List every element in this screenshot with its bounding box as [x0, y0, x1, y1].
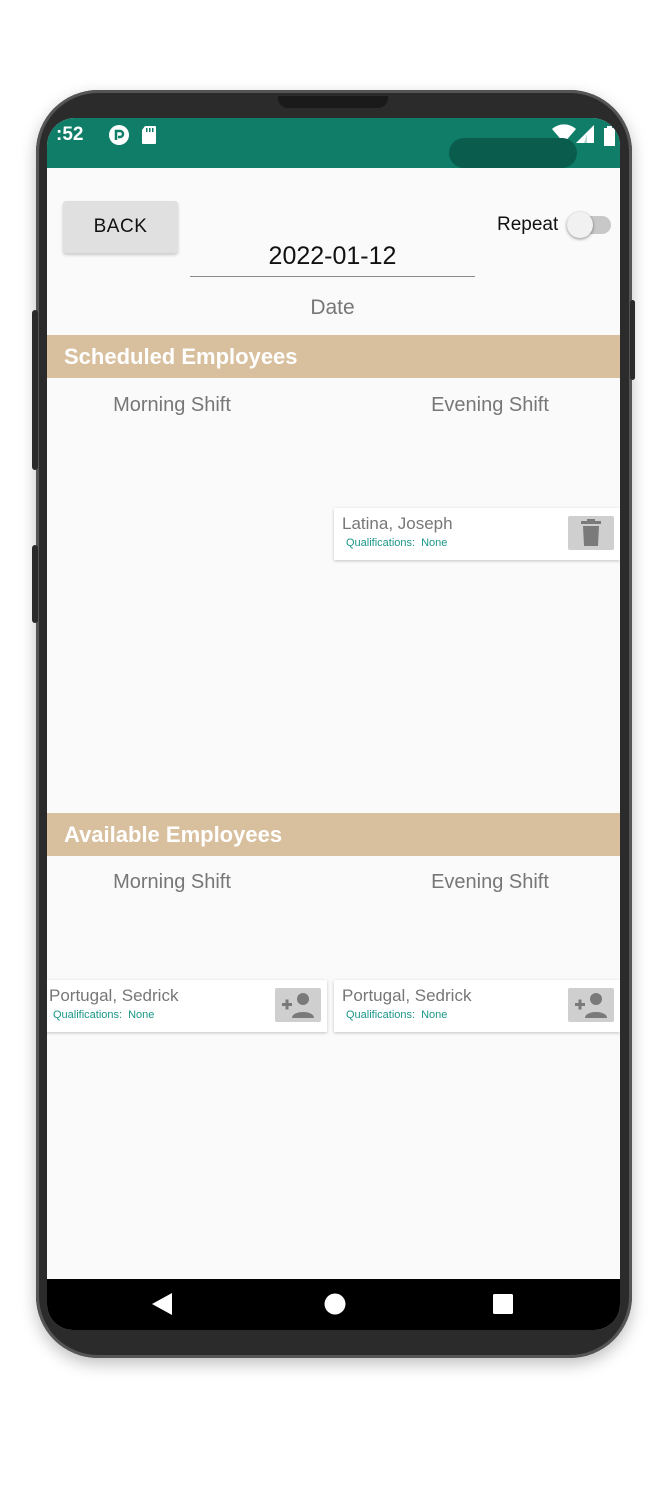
status-bar: :52 [47, 118, 620, 168]
scheduled-evening-shift-title: Evening Shift [431, 394, 549, 416]
navigation-bar [47, 1279, 620, 1330]
add-employee-button[interactable] [275, 988, 321, 1022]
available-evening-shift-title: Evening Shift [431, 871, 549, 893]
screen: :52 BACK Repeat 2022-01-12 Date Schedule… [47, 118, 620, 1330]
available-evening-employee-card: Portugal, Sedrick Qualifications: None [334, 980, 620, 1032]
employee-name: Latina, Joseph [342, 514, 453, 533]
scheduled-employee-card: Latina, Joseph Qualifications: None [334, 508, 620, 560]
volume-down-button [32, 545, 38, 623]
qualifications-value: None [421, 1009, 448, 1021]
date-label: Date [310, 296, 355, 319]
camera-cutout [449, 138, 577, 168]
earpiece-speaker [278, 96, 388, 108]
date-field[interactable]: 2022-01-12 [190, 236, 475, 277]
home-circle-icon[interactable] [323, 1292, 347, 1321]
qualifications-label: Qualifications: [53, 1009, 123, 1021]
recents-square-icon[interactable] [492, 1293, 514, 1320]
available-morning-employee-card: Portugal, Sedrick Qualifications: None [47, 980, 327, 1032]
sd-card-icon [141, 125, 157, 150]
employee-qualifications: Qualifications: None [53, 1009, 154, 1021]
cell-signal-icon [575, 124, 595, 149]
back-triangle-icon[interactable] [151, 1292, 173, 1321]
available-employees-header: Available Employees [47, 813, 620, 856]
pocket-casts-icon [108, 124, 130, 151]
add-employee-button[interactable] [568, 988, 614, 1022]
repeat-label: Repeat [497, 214, 559, 235]
volume-up-button [32, 310, 38, 470]
scheduled-morning-shift-title: Morning Shift [113, 394, 231, 416]
power-button [630, 300, 635, 380]
qualifications-label: Qualifications: [346, 1009, 416, 1021]
add-person-icon [282, 993, 314, 1018]
employee-name: Portugal, Sedrick [342, 986, 472, 1005]
qualifications-value: None [128, 1009, 155, 1021]
status-time: :52 [56, 124, 84, 145]
back-button[interactable]: BACK [63, 201, 178, 253]
add-person-icon [575, 993, 607, 1018]
battery-icon [603, 126, 615, 151]
employee-qualifications: Qualifications: None [346, 537, 447, 549]
repeat-toggle[interactable] [567, 212, 611, 238]
employee-name: Portugal, Sedrick [49, 986, 179, 1005]
qualifications-label: Qualifications: [346, 537, 416, 549]
employee-qualifications: Qualifications: None [346, 1009, 447, 1021]
remove-employee-button[interactable] [568, 516, 614, 550]
available-morning-shift-title: Morning Shift [113, 871, 231, 893]
repeat-toggle-knob[interactable] [567, 212, 593, 238]
trash-icon [581, 519, 601, 546]
qualifications-value: None [421, 537, 448, 549]
scheduled-employees-header: Scheduled Employees [47, 335, 620, 378]
